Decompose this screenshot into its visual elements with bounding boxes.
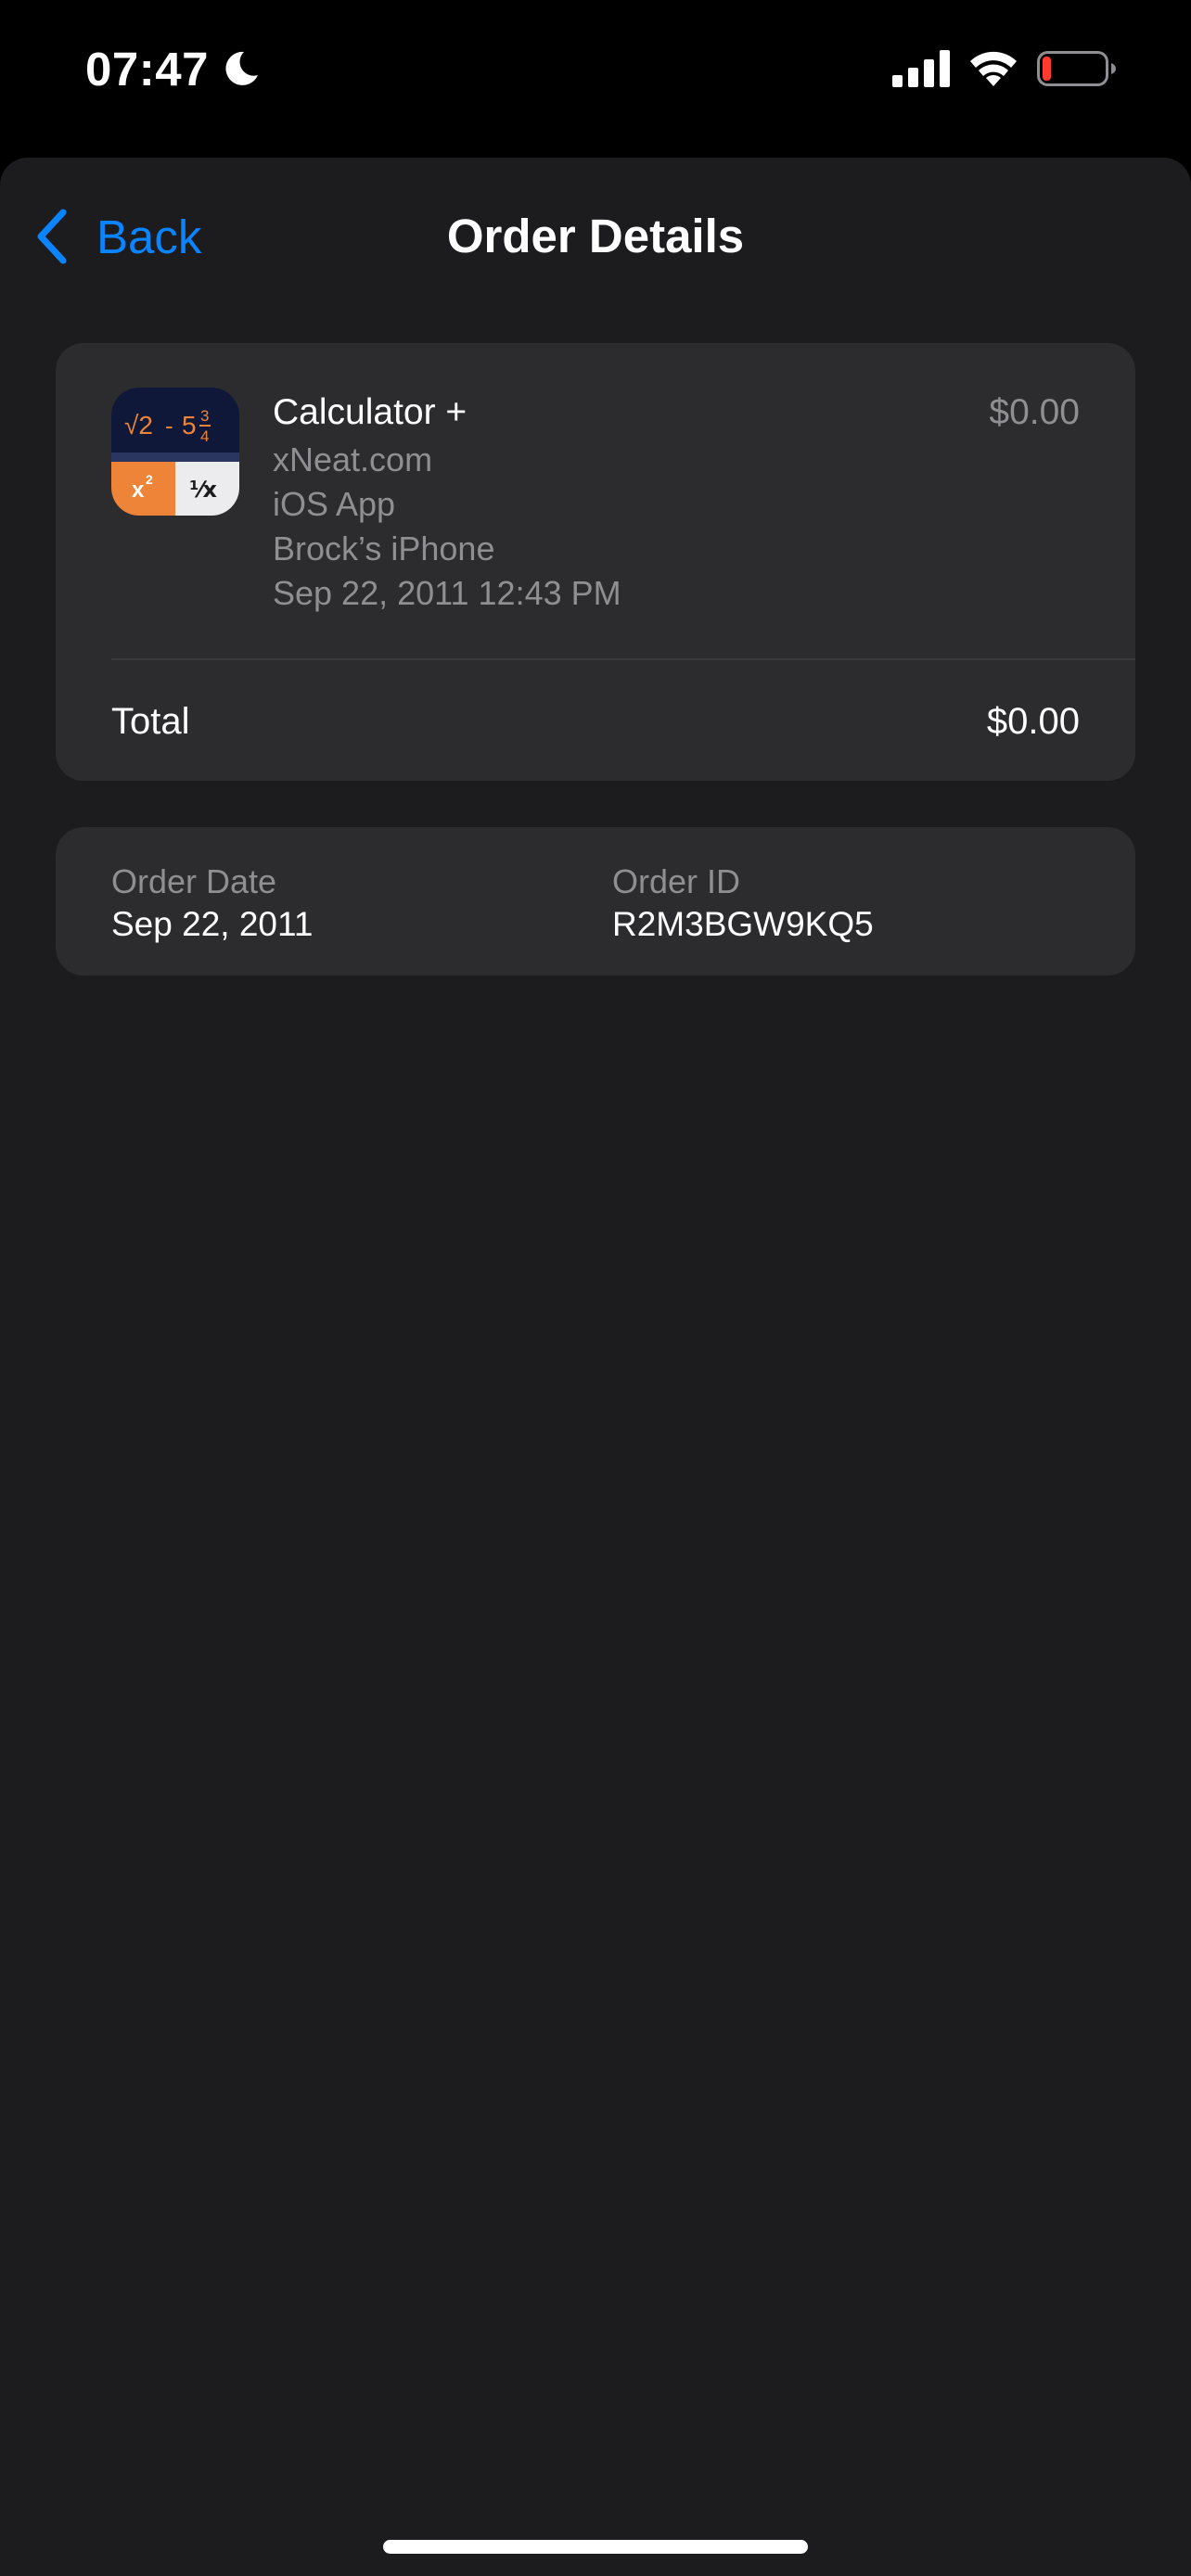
order-details-sheet: Back Order Details √2 - 5 3 4 x 2 ¹⁄x Ca…	[0, 158, 1191, 2576]
order-date-value: Sep 22, 2011	[111, 905, 314, 943]
order-id-block: Order ID R2M3BGW9KQ5	[612, 861, 874, 946]
order-id-value[interactable]: R2M3BGW9KQ5	[612, 903, 874, 946]
moon-icon	[225, 51, 258, 85]
order-date-block: Order Date Sep 22, 2011	[111, 861, 313, 946]
item-device: Brock’s iPhone	[273, 529, 495, 567]
icon-numerator-text: 3	[200, 407, 209, 425]
order-date-label: Order Date	[111, 862, 277, 900]
icon-square-exp-text: 2	[146, 472, 153, 487]
item-name: Calculator +	[273, 392, 467, 432]
status-time-group: 07:47	[85, 37, 261, 100]
purchase-item-card: √2 - 5 3 4 x 2 ¹⁄x Calculator + xNeat.co…	[56, 343, 1135, 781]
item-purchase-datetime: Sep 22, 2011 12:43 PM	[273, 574, 621, 612]
item-price: $0.00	[989, 392, 1080, 432]
total-label: Total	[111, 701, 190, 742]
wifi-icon	[970, 51, 1017, 86]
total-value: $0.00	[986, 701, 1080, 742]
divider	[111, 658, 1135, 660]
order-id-label: Order ID	[612, 862, 741, 900]
icon-square-text: x	[132, 478, 145, 503]
item-developer: xNeat.com	[273, 440, 433, 478]
battery-low-icon	[1037, 51, 1116, 86]
item-info: Calculator + xNeat.com iOS App Brock’s i…	[273, 388, 922, 616]
page-title: Order Details	[446, 210, 745, 262]
status-bar: 07:47	[0, 0, 1191, 139]
status-time: 07:47	[85, 42, 209, 96]
screen: 07:47 Back Order Details √2 - 5 3 4 x 2 …	[0, 0, 1191, 2576]
cellular-signal-icon	[892, 50, 950, 87]
calculator-app-icon[interactable]: √2 - 5 3 4 x 2 ¹⁄x	[111, 388, 239, 516]
status-indicators	[892, 45, 1117, 93]
icon-reciprocal-text: ¹⁄x	[189, 477, 218, 503]
navigation-bar: Back Order Details	[0, 158, 1191, 315]
icon-sqrt-text: √2	[124, 411, 153, 440]
item-type: iOS App	[273, 485, 396, 523]
icon-whole-text: 5	[182, 411, 197, 440]
home-indicator[interactable]	[383, 2540, 808, 2554]
icon-denominator-text: 4	[200, 427, 209, 445]
order-info-card: Order Date Sep 22, 2011 Order ID R2M3BGW…	[56, 827, 1135, 976]
icon-minus-text: -	[165, 412, 173, 440]
